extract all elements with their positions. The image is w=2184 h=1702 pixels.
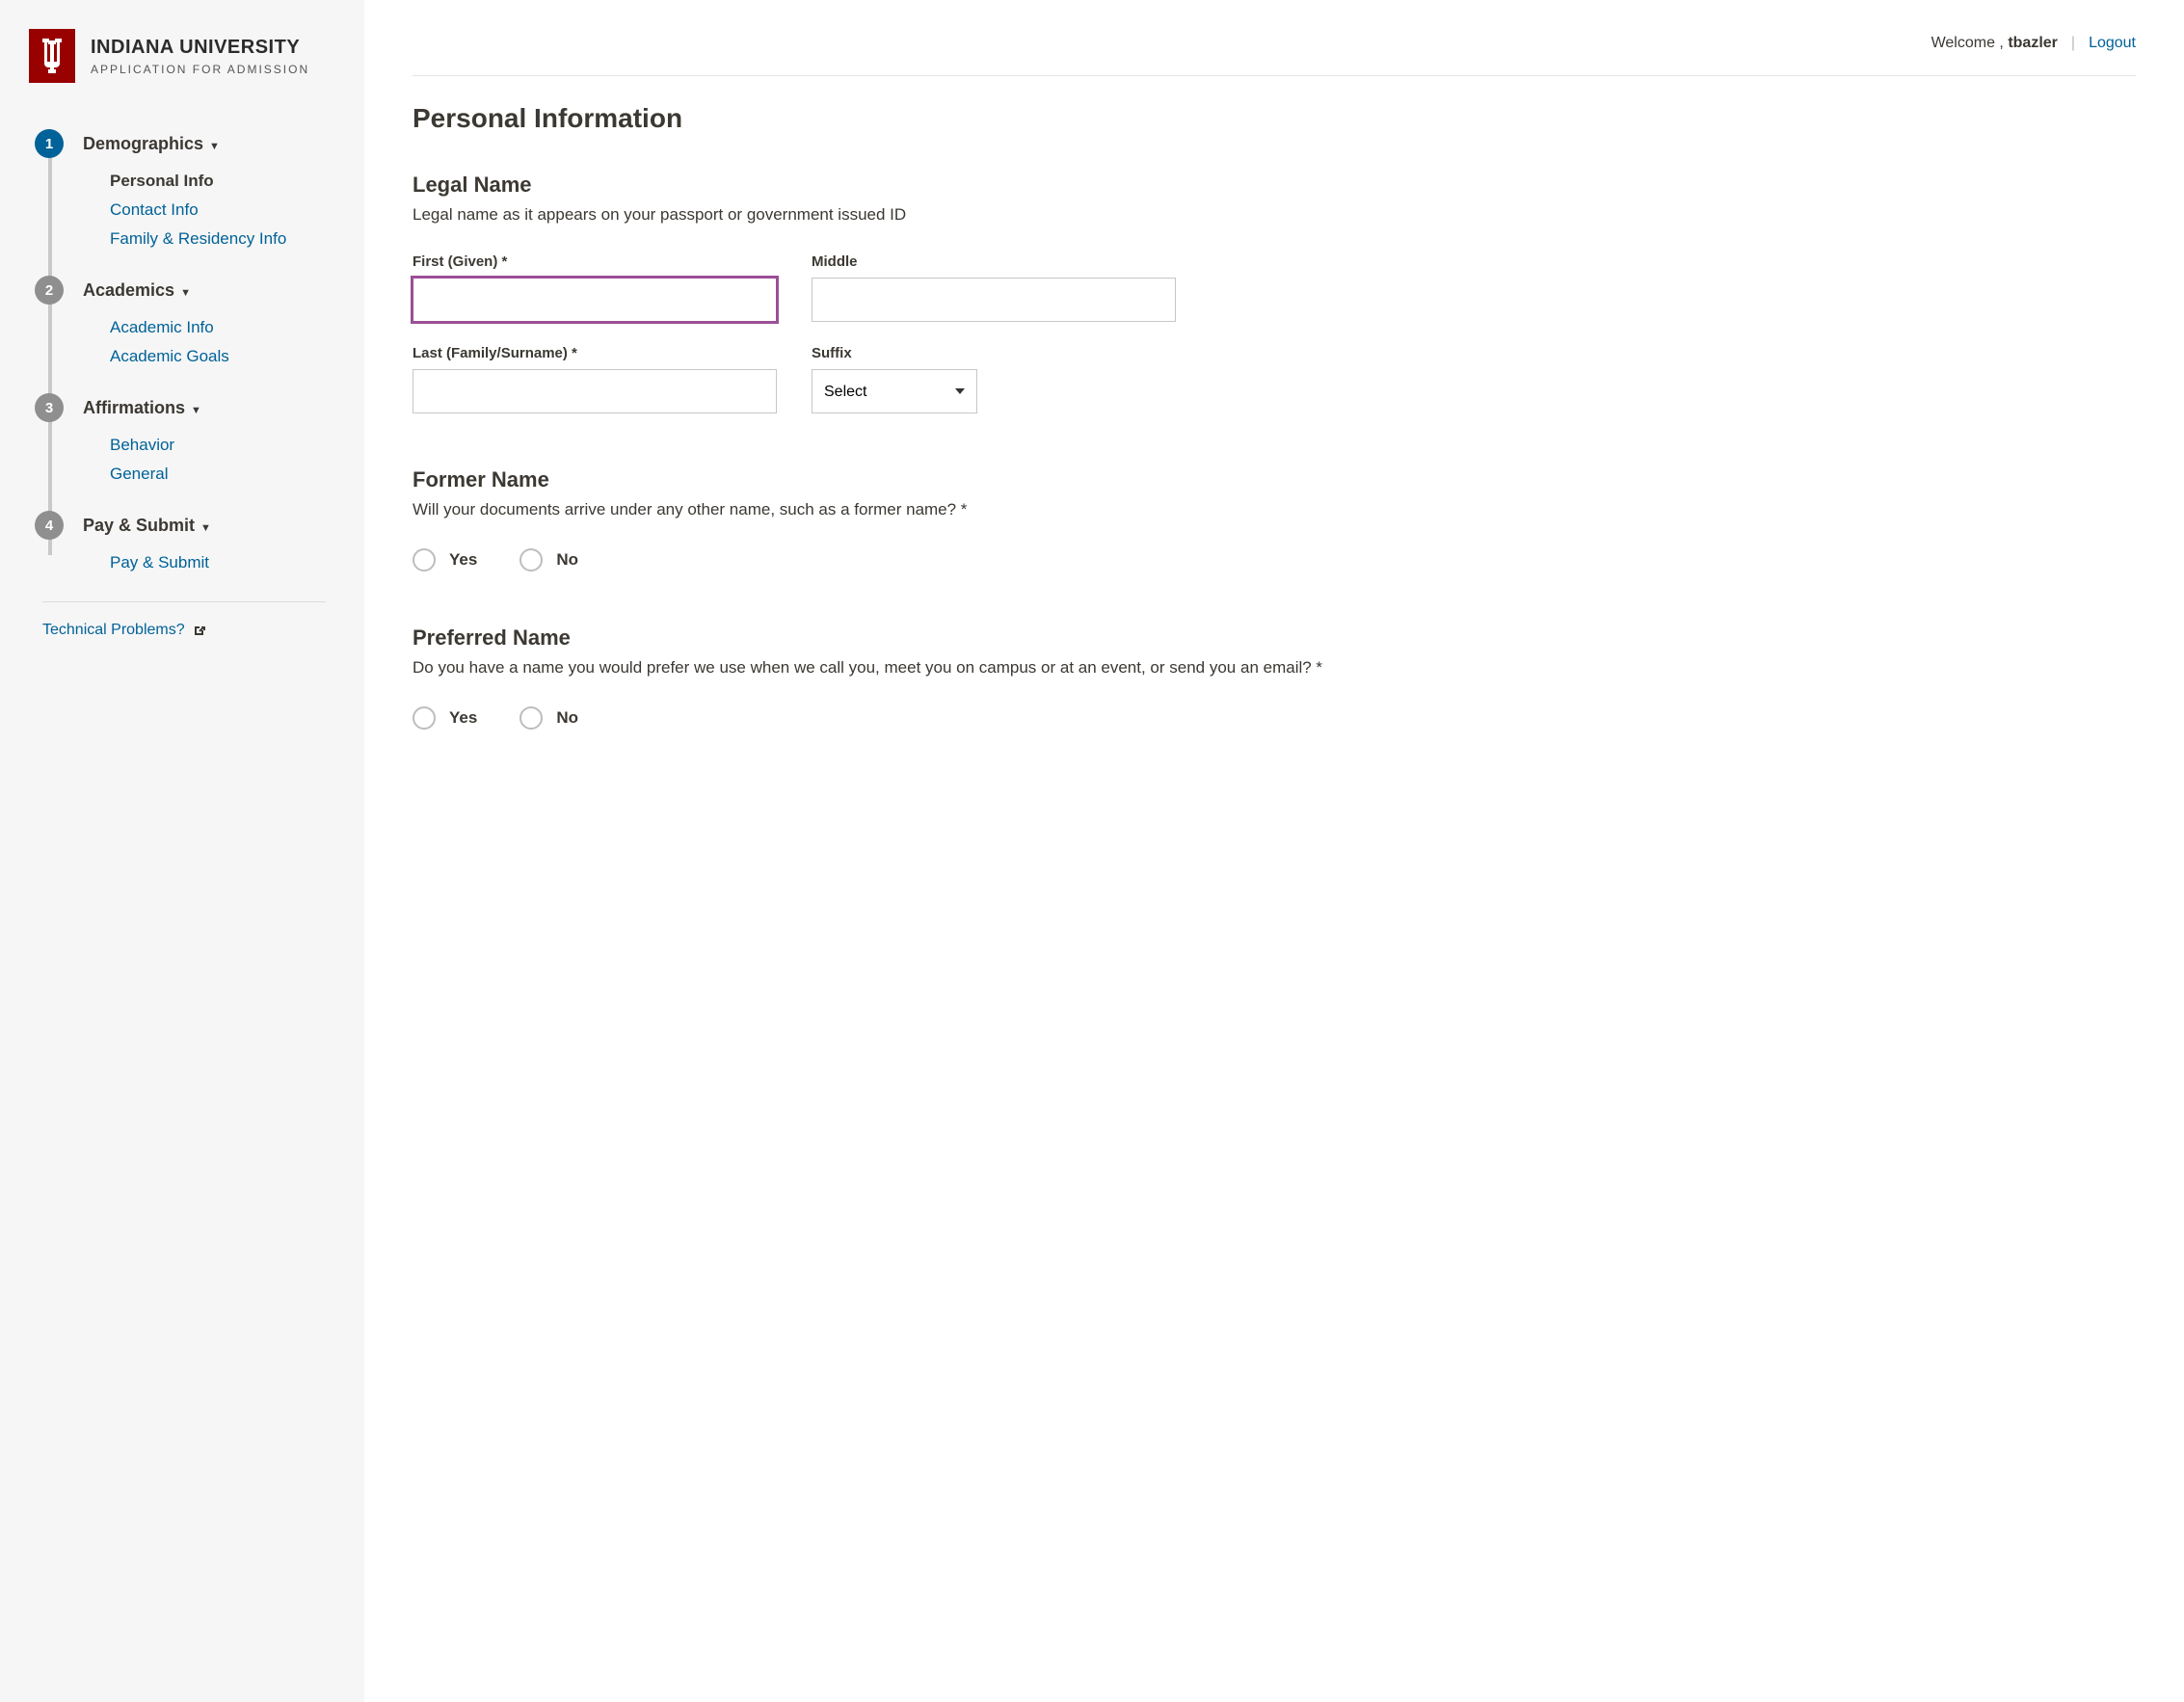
suffix-select[interactable]: Select: [812, 369, 977, 413]
former-name-heading: Former Name: [413, 467, 2136, 492]
former-name-question: Will your documents arrive under any oth…: [413, 500, 2136, 519]
nav-item-behavior[interactable]: Behavior: [110, 436, 326, 455]
radio-label-no: No: [556, 708, 578, 728]
preferred-name-question: Do you have a name you would prefer we u…: [413, 658, 2136, 678]
nav-item-academic-info[interactable]: Academic Info: [110, 318, 326, 337]
middle-name-label: Middle: [812, 253, 1176, 270]
step-nav: 1 Demographics▼ Personal Info Contact In…: [0, 129, 326, 572]
preferred-name-no-option[interactable]: No: [519, 706, 578, 730]
radio-label-no: No: [556, 550, 578, 570]
main-content: Welcome , tbazler | Logout Personal Info…: [364, 0, 2184, 1702]
radio-label-yes: Yes: [449, 550, 477, 570]
radio-icon: [519, 548, 543, 572]
first-name-label: First (Given) *: [413, 253, 777, 270]
nav-section-academics: 2 Academics▼ Academic Info Academic Goal…: [35, 276, 326, 366]
last-name-label: Last (Family/Surname) *: [413, 345, 777, 361]
step-number-1: 1: [35, 129, 64, 158]
sidebar-divider: [42, 601, 326, 602]
preferred-name-yes-option[interactable]: Yes: [413, 706, 477, 730]
legal-name-section: Legal Name Legal name as it appears on y…: [413, 173, 2136, 413]
middle-name-input[interactable]: [812, 278, 1176, 322]
step-number-4: 4: [35, 511, 64, 540]
welcome-text: Welcome ,: [1931, 35, 2004, 52]
last-name-input[interactable]: [413, 369, 777, 413]
technical-problems-link[interactable]: Technical Problems?: [0, 622, 205, 639]
suffix-label: Suffix: [812, 345, 977, 361]
nav-section-affirmations: 3 Affirmations▼ Behavior General: [35, 393, 326, 484]
brand-logo: INDIANA UNIVERSITY APPLICATION FOR ADMIS…: [0, 29, 326, 83]
radio-label-yes: Yes: [449, 708, 477, 728]
nav-item-family-residency[interactable]: Family & Residency Info: [110, 229, 326, 249]
preferred-name-radio-group: Yes No: [413, 706, 2136, 730]
step-number-3: 3: [35, 393, 64, 422]
former-name-yes-option[interactable]: Yes: [413, 548, 477, 572]
nav-item-general[interactable]: General: [110, 465, 326, 484]
former-name-section: Former Name Will your documents arrive u…: [413, 467, 2136, 572]
nav-section-pay-submit: 4 Pay & Submit▼ Pay & Submit: [35, 511, 326, 572]
nav-head-academics[interactable]: 2 Academics▼: [35, 276, 326, 305]
brand-title: INDIANA UNIVERSITY: [91, 37, 309, 59]
nav-title-demographics: Demographics▼: [83, 134, 220, 154]
username: tbazler: [2008, 35, 2058, 52]
nav-head-affirmations[interactable]: 3 Affirmations▼: [35, 393, 326, 422]
nav-title-affirmations: Affirmations▼: [83, 398, 201, 418]
first-name-input[interactable]: [413, 278, 777, 322]
former-name-no-option[interactable]: No: [519, 548, 578, 572]
caret-down-icon: ▼: [191, 405, 201, 416]
iu-logo-icon: [29, 29, 75, 83]
brand-subtitle: APPLICATION FOR ADMISSION: [91, 63, 309, 76]
step-number-2: 2: [35, 276, 64, 305]
logout-link[interactable]: Logout: [2089, 35, 2136, 52]
nav-item-pay-submit[interactable]: Pay & Submit: [110, 553, 326, 572]
radio-icon: [519, 706, 543, 730]
nav-item-academic-goals[interactable]: Academic Goals: [110, 347, 326, 366]
caret-down-icon: ▼: [200, 522, 211, 534]
nav-item-contact-info[interactable]: Contact Info: [110, 200, 326, 220]
preferred-name-heading: Preferred Name: [413, 625, 2136, 651]
nav-section-demographics: 1 Demographics▼ Personal Info Contact In…: [35, 129, 326, 249]
nav-head-pay-submit[interactable]: 4 Pay & Submit▼: [35, 511, 326, 540]
external-link-icon: [193, 625, 205, 637]
radio-icon: [413, 548, 436, 572]
topbar-separator: |: [2071, 35, 2075, 52]
topbar: Welcome , tbazler | Logout: [413, 35, 2136, 76]
sidebar: INDIANA UNIVERSITY APPLICATION FOR ADMIS…: [0, 0, 364, 1702]
caret-down-icon: ▼: [180, 287, 191, 299]
nav-title-academics: Academics▼: [83, 280, 191, 301]
nav-item-personal-info[interactable]: Personal Info: [110, 172, 326, 191]
caret-down-icon: ▼: [209, 141, 220, 152]
preferred-name-section: Preferred Name Do you have a name you wo…: [413, 625, 2136, 730]
nav-title-pay-submit: Pay & Submit▼: [83, 516, 211, 536]
nav-head-demographics[interactable]: 1 Demographics▼: [35, 129, 326, 158]
former-name-radio-group: Yes No: [413, 548, 2136, 572]
legal-name-heading: Legal Name: [413, 173, 2136, 198]
page-title: Personal Information: [413, 103, 2136, 134]
radio-icon: [413, 706, 436, 730]
legal-name-desc: Legal name as it appears on your passpor…: [413, 205, 2136, 225]
